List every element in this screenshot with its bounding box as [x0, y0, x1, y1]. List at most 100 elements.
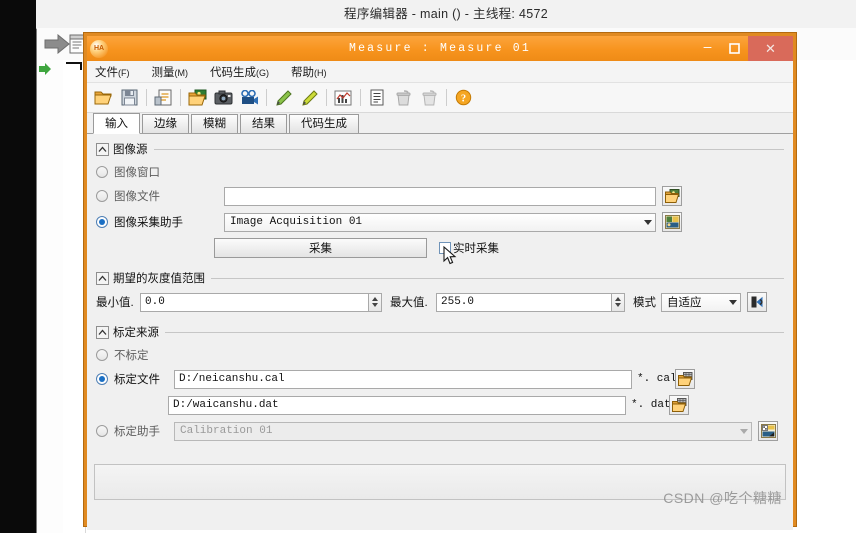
- collapse-up-icon-2[interactable]: [96, 271, 109, 285]
- close-button[interactable]: ✕: [748, 36, 793, 61]
- live-acquire-checkbox-wrap[interactable]: 实时采集: [439, 240, 499, 265]
- pencil-green-icon[interactable]: [272, 87, 294, 109]
- open-cal-folder-icon[interactable]: [675, 369, 695, 389]
- chevron-down-icon-cal[interactable]: [736, 428, 751, 434]
- menu-measure[interactable]: 测量(M): [152, 64, 189, 80]
- menu-help[interactable]: 帮助(H): [291, 64, 327, 80]
- dat-file-suffix: *. dat: [631, 399, 671, 411]
- min-value-stepper[interactable]: [369, 292, 382, 312]
- acquisition-assistant-value: Image Acquisition 01: [230, 216, 363, 228]
- toolbar-separator-6: [446, 89, 447, 106]
- camera-icon[interactable]: [212, 87, 234, 109]
- svg-text:?: ?: [460, 93, 465, 104]
- acquire-button[interactable]: 采集: [214, 238, 427, 258]
- menu-codegen-mnemonic: (G): [256, 67, 269, 78]
- dialog-toolbar: ?: [87, 83, 793, 113]
- image-window-row[interactable]: 图像窗口: [96, 164, 784, 180]
- acquire-row: 采集 实时采集: [96, 238, 784, 265]
- no-calibration-row[interactable]: 不标定: [96, 347, 784, 363]
- tab-input[interactable]: 输入: [93, 113, 140, 134]
- help-icon[interactable]: ?: [452, 87, 474, 109]
- calibration-file-row[interactable]: 标定文件 D:/neicanshu.cal *. cal: [96, 369, 784, 389]
- clear-trash-icon: [418, 87, 440, 109]
- apply-arrow-icon[interactable]: [747, 292, 767, 312]
- calibration-dat-row[interactable]: D:/waicanshu.dat *. dat: [96, 395, 784, 415]
- image-source-group: 图像源 图像窗口 图像文件 图像采集助手 Image Acquisition 0…: [96, 142, 784, 265]
- group-divider-line: [153, 148, 784, 150]
- maximize-button[interactable]: [721, 36, 748, 61]
- group-divider-line-3: [165, 331, 784, 333]
- dialog-titlebar[interactable]: HA Measure : Measure 01 – ✕: [87, 36, 793, 61]
- radio-no-calibration-label: 不标定: [114, 350, 149, 362]
- chevron-down-icon-mode[interactable]: [725, 299, 740, 305]
- open-dat-folder-icon[interactable]: [669, 395, 689, 415]
- max-value-label: 最大值.: [390, 297, 428, 309]
- menu-help-mnemonic: (H): [314, 67, 327, 78]
- min-value-input[interactable]: 0.0: [140, 292, 369, 312]
- open-image-folder-icon[interactable]: [662, 186, 682, 206]
- radio-image-file-label: 图像文件: [114, 191, 160, 203]
- save-disk-icon[interactable]: [118, 87, 140, 109]
- calibration-assistant-row[interactable]: 标定助手 Calibration 01: [96, 421, 784, 441]
- image-assistant-icon[interactable]: [662, 212, 682, 232]
- radio-image-acquisition[interactable]: [96, 216, 108, 228]
- dialog-status-area: CSDN @吃个糖糖: [90, 464, 790, 520]
- menu-measure-label: 测量: [151, 66, 175, 79]
- radio-image-file[interactable]: [96, 190, 108, 202]
- tab-result[interactable]: 结果: [240, 114, 287, 133]
- tab-bar: 输入 边缘 模糊 结果 代码生成: [87, 113, 793, 134]
- cal-file-suffix: *. cal: [637, 373, 677, 385]
- green-arrow-icon: [38, 62, 52, 76]
- calibration-title: 标定来源: [113, 327, 159, 339]
- list-icon[interactable]: [366, 87, 388, 109]
- collapse-up-icon-3[interactable]: [96, 325, 109, 339]
- background-code-column: [63, 60, 86, 533]
- save-as-icon[interactable]: [152, 87, 174, 109]
- radio-calibration-assistant[interactable]: [96, 425, 108, 437]
- radio-calibration-file[interactable]: [96, 373, 108, 385]
- menu-file-mnemonic: (F): [118, 67, 130, 78]
- mode-select[interactable]: 自适应: [661, 292, 741, 312]
- group-divider-line-2: [211, 277, 784, 279]
- chevron-down-icon[interactable]: [640, 219, 655, 225]
- calibration-header: 标定来源: [96, 325, 784, 339]
- image-source-header: 图像源: [96, 142, 784, 156]
- chart-icon[interactable]: [332, 87, 354, 109]
- minimize-button[interactable]: –: [694, 36, 721, 61]
- min-value-label: 最小值.: [96, 297, 134, 309]
- acquisition-assistant-select[interactable]: Image Acquisition 01: [224, 212, 656, 232]
- calibration-cal-input[interactable]: D:/neicanshu.cal: [174, 369, 632, 389]
- tab-fuzzy[interactable]: 模糊: [191, 114, 238, 133]
- toolbar-separator: [146, 89, 147, 106]
- dialog-title: Measure : Measure 01: [348, 42, 532, 55]
- image-file-row[interactable]: 图像文件: [96, 186, 784, 206]
- background-gutter-column: [37, 60, 64, 533]
- toolbar-separator-5: [360, 89, 361, 106]
- tab-edge[interactable]: 边缘: [142, 114, 189, 133]
- open-image-icon[interactable]: [186, 87, 208, 109]
- gray-range-title: 期望的灰度值范围: [113, 273, 205, 285]
- menu-file[interactable]: 文件(F): [95, 64, 130, 80]
- radio-image-window[interactable]: [96, 166, 108, 178]
- tab-codegen[interactable]: 代码生成: [289, 114, 359, 133]
- video-camera-icon[interactable]: [238, 87, 260, 109]
- max-value-stepper[interactable]: [612, 292, 625, 312]
- menu-measure-mnemonic: (M): [174, 67, 189, 78]
- max-value-input[interactable]: 255.0: [436, 292, 612, 312]
- calibration-assistant-icon[interactable]: [758, 421, 778, 441]
- radio-no-calibration[interactable]: [96, 349, 108, 361]
- open-folder-icon[interactable]: [92, 87, 114, 109]
- calibration-dat-input[interactable]: D:/waicanshu.dat: [168, 395, 626, 415]
- collapse-up-icon[interactable]: [96, 142, 109, 156]
- toolbar-separator-2: [180, 89, 181, 106]
- delete-trash-icon: [392, 87, 414, 109]
- image-file-input[interactable]: [224, 186, 656, 206]
- image-acquisition-row[interactable]: 图像采集助手 Image Acquisition 01: [96, 212, 784, 232]
- pencil-yellow-icon[interactable]: [298, 87, 320, 109]
- menu-codegen[interactable]: 代码生成(G): [210, 64, 269, 80]
- watermark-prefix: CSDN @: [663, 490, 724, 506]
- gray-range-group: 期望的灰度值范围 最小值. 0.0 最大值. 255.0 模式 自适应: [96, 271, 784, 312]
- background-window-title: 程序编辑器 - main () - 主线程: 4572: [344, 7, 548, 21]
- menu-file-label: 文件: [95, 66, 118, 79]
- calibration-assistant-select[interactable]: Calibration 01: [174, 421, 752, 441]
